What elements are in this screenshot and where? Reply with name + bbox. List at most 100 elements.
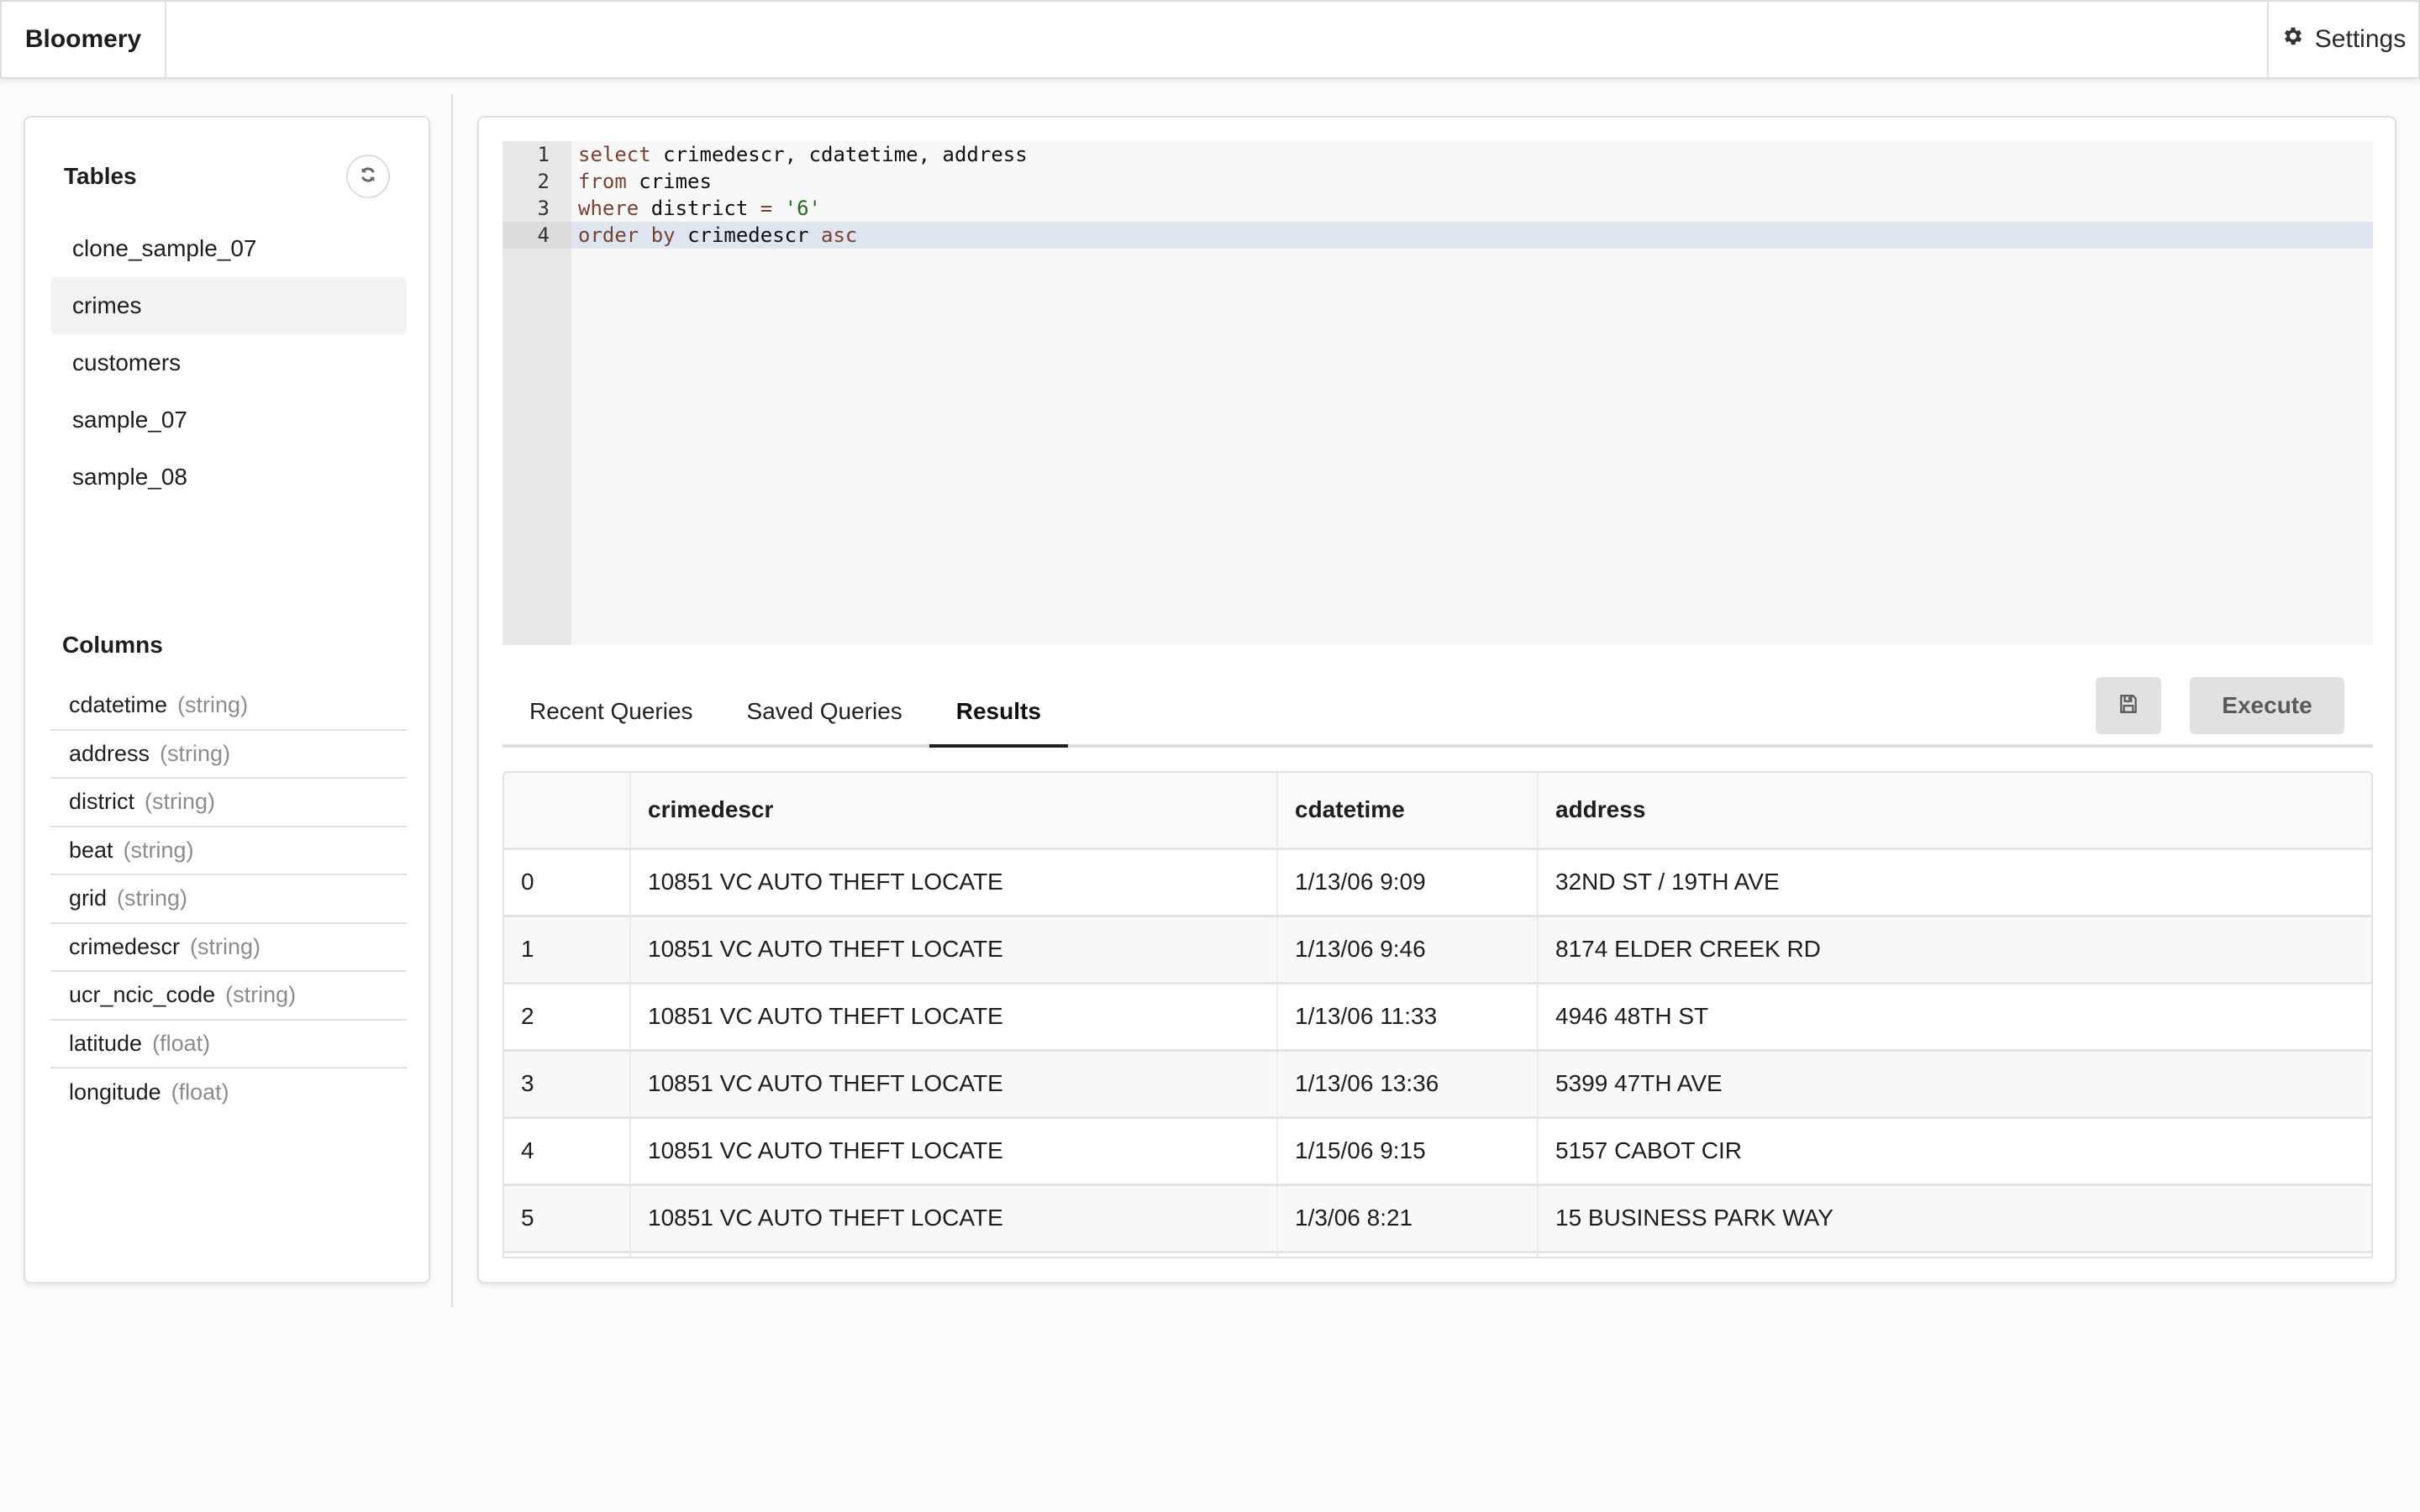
table-row[interactable]: 4 10851 VC AUTO THEFT LOCATE 1/15/06 9:15 5… bbox=[504, 1117, 2371, 1186]
column-type: (string) bbox=[160, 740, 231, 766]
cell-address: 5157 CABOT CIR bbox=[1538, 1117, 2371, 1186]
column-type: (float) bbox=[171, 1079, 229, 1105]
table-row[interactable]: 1 10851 VC AUTO THEFT LOCATE 1/13/06 9:46 8… bbox=[504, 916, 2371, 984]
sql-editor[interactable]: 1 2 34 select crimedescr, cdatetime, addre… bbox=[502, 141, 2373, 645]
column-name: grid bbox=[69, 885, 108, 911]
gear-icon bbox=[2281, 24, 2305, 55]
column-name: address bbox=[69, 740, 150, 766]
cell-address: 5399 47TH AVE bbox=[1538, 1050, 2371, 1119]
column-list: cdatetime (string) address (string) district… bbox=[50, 682, 407, 1117]
column-type: (string) bbox=[190, 933, 261, 959]
row-index: 0 bbox=[504, 848, 631, 917]
cell-crimedescr: 10851 VC AUTO THEFT LOCATE bbox=[630, 1117, 1278, 1186]
table-row[interactable]: 5 10851 VC AUTO THEFT LOCATE 1/3/06 8:21 15… bbox=[504, 1184, 2371, 1253]
column-item[interactable]: crimedescr (string) bbox=[50, 924, 407, 972]
row-index: 5 bbox=[504, 1184, 631, 1253]
column-header-crimedescr[interactable]: crimedescr bbox=[630, 773, 1278, 850]
line-number: 1 bbox=[537, 143, 550, 166]
table-item-sample-08[interactable]: sample_08 bbox=[50, 449, 407, 506]
schema-sidebar: Tables clone_sample_07 crimes customers sam… bbox=[24, 116, 430, 1284]
column-name: district bbox=[69, 789, 135, 815]
empty-cell bbox=[504, 1252, 631, 1257]
execute-button[interactable]: Execute bbox=[2190, 677, 2344, 734]
column-header-address[interactable]: address bbox=[1538, 773, 2371, 850]
table-item-customers[interactable]: customers bbox=[50, 334, 407, 391]
cell-cdatetime: 1/13/06 11:33 bbox=[1277, 983, 1539, 1052]
columns-title: Columns bbox=[62, 632, 163, 658]
column-item[interactable]: beat (string) bbox=[50, 827, 407, 875]
column-name: cdatetime bbox=[69, 692, 168, 718]
table-item-crimes[interactable]: crimes bbox=[50, 277, 407, 334]
navbar-spacer bbox=[166, 2, 2267, 77]
cell-cdatetime: 1/13/06 9:46 bbox=[1277, 916, 1539, 984]
query-panel: 1234 select crimedescr, cdatetime, addre… bbox=[477, 116, 2396, 1284]
tab-saved-queries[interactable]: Saved Queries bbox=[720, 679, 929, 748]
column-header-cdatetime[interactable]: cdatetime bbox=[1277, 773, 1539, 850]
save-query-button[interactable] bbox=[2096, 677, 2161, 734]
row-index: 2 bbox=[504, 983, 631, 1052]
column-item[interactable]: grid (string) bbox=[50, 875, 407, 924]
cell-address: 15 BUSINESS PARK WAY bbox=[1538, 1184, 2371, 1253]
cell-cdatetime: 1/15/06 9:15 bbox=[1277, 1117, 1539, 1186]
table-row[interactable]: 3 10851 VC AUTO THEFT LOCATE 1/13/06 13:36… bbox=[504, 1050, 2371, 1119]
cell-address: 8174 ELDER CREEK RD bbox=[1538, 916, 2371, 984]
row-index: 1 bbox=[504, 916, 631, 984]
column-type: (string) bbox=[177, 692, 249, 718]
column-type: (string) bbox=[145, 789, 216, 815]
settings-button[interactable]: Settings bbox=[2267, 2, 2418, 77]
row-index: 4 bbox=[504, 1117, 631, 1186]
app-brand[interactable]: Bloomery bbox=[2, 2, 166, 77]
results-header-row: crimedescr cdatetime address bbox=[504, 773, 2371, 850]
cell-crimedescr: 10851 VC AUTO THEFT LOCATE bbox=[630, 916, 1278, 984]
tab-results[interactable]: Results bbox=[929, 679, 1068, 748]
cell-address: 4946 48TH ST bbox=[1538, 983, 2371, 1052]
empty-cell bbox=[1538, 1252, 2371, 1257]
floppy-disk-icon bbox=[2118, 693, 2139, 719]
results-table: crimedescr cdatetime address 0 10851 VC AUT… bbox=[504, 773, 2371, 1257]
top-navbar: Bloomery Settings bbox=[0, 0, 2420, 79]
table-list: clone_sample_07 crimes customers sample_07 s… bbox=[50, 220, 407, 506]
column-type: (string) bbox=[117, 885, 188, 911]
line-number-gutter: 1 2 34 bbox=[502, 141, 571, 645]
cell-cdatetime: 1/13/06 9:09 bbox=[1277, 848, 1539, 917]
panel-divider[interactable] bbox=[451, 94, 453, 1307]
results-table-container[interactable]: crimedescr cdatetime address 0 10851 VC AUT… bbox=[502, 771, 2373, 1258]
line-number: 2 bbox=[537, 170, 550, 193]
code-line[interactable]: where district = '6' bbox=[571, 195, 2373, 222]
cell-cdatetime: 1/13/06 13:36 bbox=[1277, 1050, 1539, 1119]
code-line[interactable]: from crimes bbox=[571, 168, 2373, 195]
table-item-clone-sample-07[interactable]: clone_sample_07 bbox=[50, 220, 407, 277]
column-item[interactable]: latitude (float) bbox=[50, 1021, 407, 1068]
column-name: beat bbox=[69, 837, 113, 863]
table-row-partial bbox=[504, 1252, 2371, 1257]
column-type: (float) bbox=[152, 1030, 211, 1056]
line-number: 3 bbox=[537, 197, 550, 220]
tables-header: Tables bbox=[64, 151, 390, 202]
cell-crimedescr: 10851 VC AUTO THEFT LOCATE bbox=[630, 983, 1278, 1052]
empty-cell bbox=[1277, 1252, 1539, 1257]
column-name: longitude bbox=[69, 1079, 161, 1105]
column-item[interactable]: district (string) bbox=[50, 779, 407, 827]
table-row[interactable]: 2 10851 VC AUTO THEFT LOCATE 1/13/06 11:33… bbox=[504, 983, 2371, 1052]
code-line[interactable]: order by crimedescr asc bbox=[571, 222, 2373, 249]
column-item[interactable]: longitude (float) bbox=[50, 1068, 407, 1117]
query-tabs: Recent Queries Saved Queries Results bbox=[502, 679, 2373, 748]
column-item[interactable]: address (string) bbox=[50, 731, 407, 779]
code-line[interactable]: select crimedescr, cdatetime, address bbox=[571, 141, 2373, 168]
tab-recent-queries[interactable]: Recent Queries bbox=[502, 679, 720, 748]
refresh-icon bbox=[359, 165, 377, 188]
column-type: (string) bbox=[225, 982, 297, 1008]
table-item-sample-07[interactable]: sample_07 bbox=[50, 391, 407, 449]
code-area[interactable]: select crimedescr, cdatetime, address fro… bbox=[571, 141, 2373, 645]
index-column-header[interactable] bbox=[504, 773, 631, 850]
cell-crimedescr: 10851 VC AUTO THEFT LOCATE bbox=[630, 1050, 1278, 1119]
column-item[interactable]: cdatetime (string) bbox=[50, 682, 407, 731]
table-row[interactable]: 0 10851 VC AUTO THEFT LOCATE 1/13/06 9:09 3… bbox=[504, 848, 2371, 917]
cell-crimedescr: 10851 VC AUTO THEFT LOCATE bbox=[630, 1184, 1278, 1253]
column-name: latitude bbox=[69, 1030, 143, 1056]
column-item[interactable]: ucr_ncic_code (string) bbox=[50, 972, 407, 1021]
settings-label: Settings bbox=[2314, 25, 2407, 53]
empty-cell bbox=[630, 1252, 1278, 1257]
results-body: 0 10851 VC AUTO THEFT LOCATE 1/13/06 9:09 3… bbox=[504, 848, 2371, 1257]
refresh-tables-button[interactable] bbox=[346, 155, 390, 198]
